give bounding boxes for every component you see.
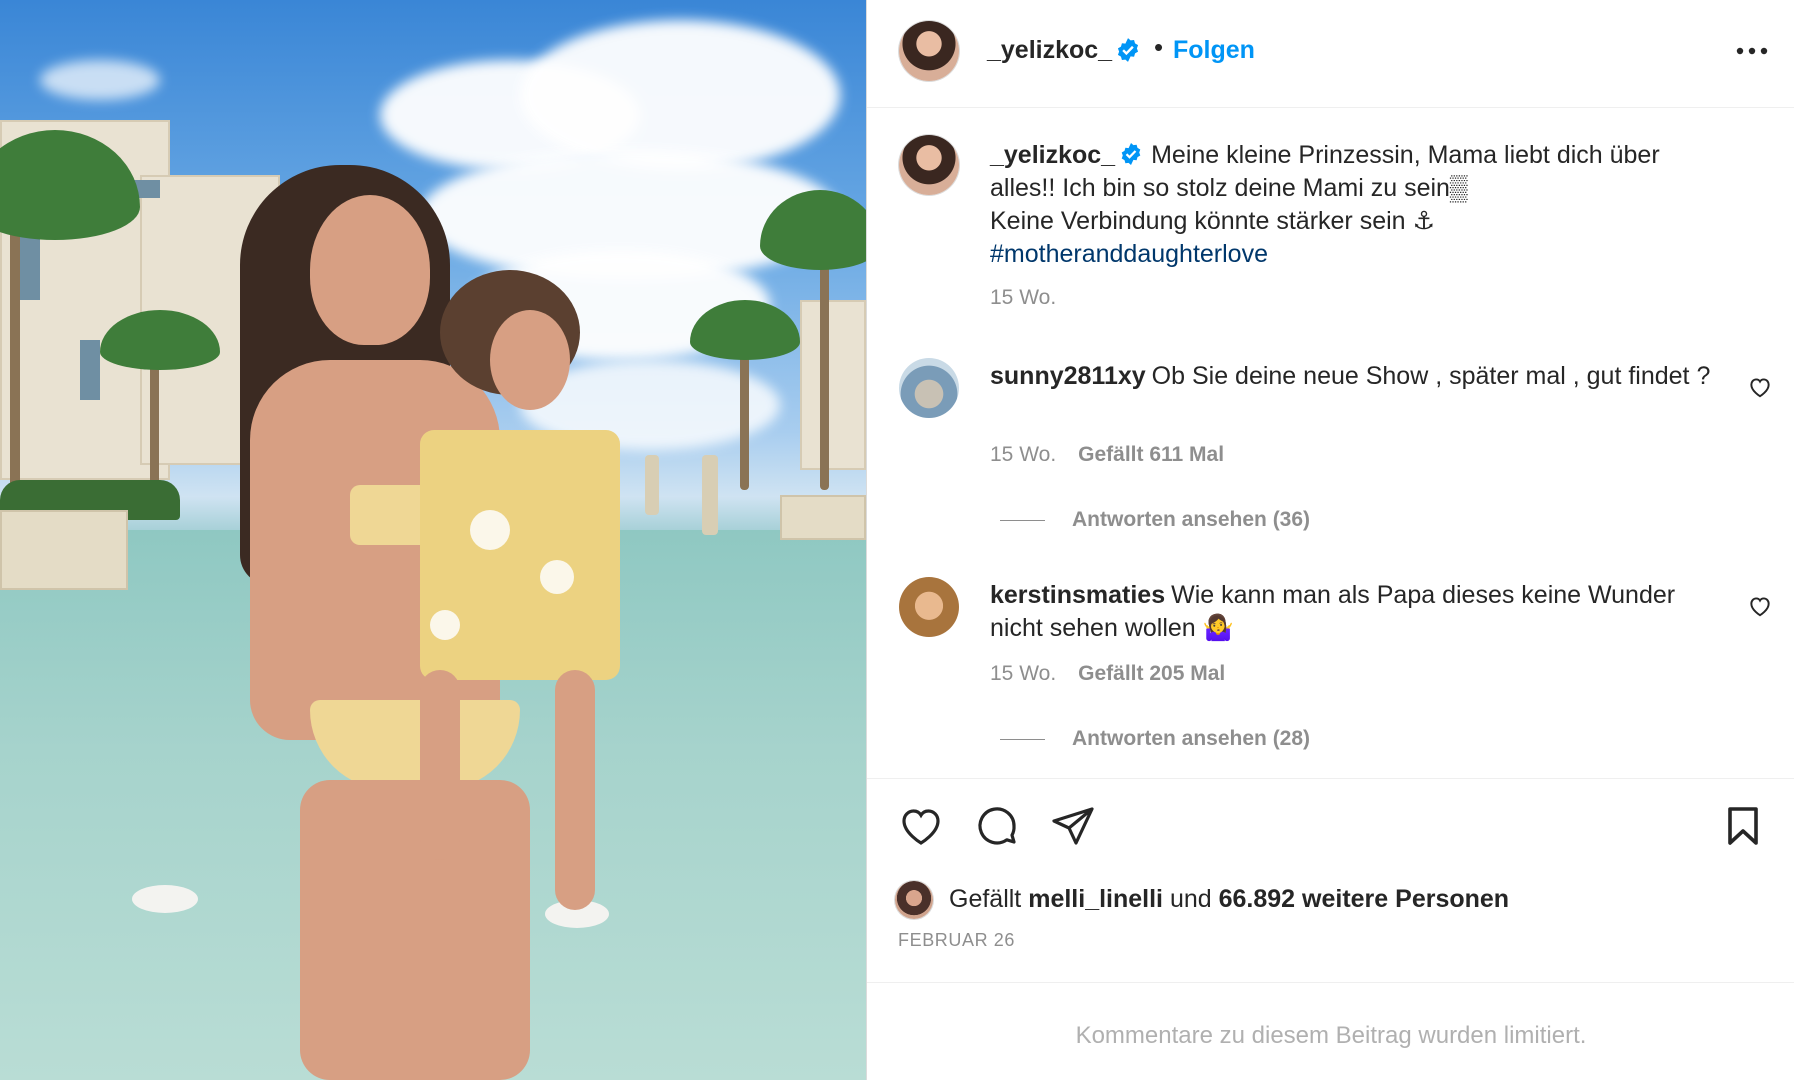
photo-post	[645, 455, 659, 515]
comment-like-heart-icon[interactable]	[1747, 593, 1773, 619]
photo-dress-flower	[470, 510, 510, 550]
caption-author-avatar[interactable]	[899, 135, 959, 195]
comment-likes[interactable]: Gefällt 205 Mal	[1078, 662, 1225, 685]
commenter-avatar[interactable]	[899, 358, 959, 418]
photo-pool-jet	[132, 885, 198, 913]
comments-limited-notice: Kommentare zu diesem Beitrag wurden limi…	[1075, 1022, 1587, 1049]
actions-divider	[867, 778, 1794, 779]
view-replies-label: Antworten ansehen (36)	[1072, 508, 1311, 531]
post-details-panel: _yelizkoc_ • Folgen _yelizkoc_ Meine klei…	[866, 0, 1794, 1080]
comment-bubble-icon[interactable]	[973, 802, 1021, 850]
verified-badge-icon	[1115, 37, 1141, 68]
photo-cloud	[520, 20, 840, 170]
caption-author-username[interactable]: _yelizkoc_	[990, 141, 1115, 169]
photo-child-leg	[555, 670, 595, 910]
more-options-icon[interactable]	[1727, 31, 1777, 71]
photo-window	[20, 230, 40, 300]
comment-time[interactable]: 15 Wo.	[990, 662, 1056, 685]
photo-planter	[0, 510, 128, 590]
liker-username[interactable]: melli_linelli	[1028, 885, 1163, 913]
caption-text: _yelizkoc_ Meine kleine Prinzessin, Mama …	[990, 139, 1730, 271]
replies-divider	[1000, 738, 1045, 740]
share-paper-plane-icon[interactable]	[1049, 802, 1097, 850]
comment-time[interactable]: 15 Wo.	[990, 443, 1056, 466]
photo-window	[80, 340, 100, 400]
liked-by-summary[interactable]: Gefällt melli_linelli und 66.892 weitere…	[895, 881, 1509, 919]
author-avatar[interactable]	[899, 21, 959, 81]
photo-palm-trunk	[10, 200, 20, 490]
author-username[interactable]: _yelizkoc_	[987, 36, 1112, 65]
photo-dress-flower	[430, 610, 460, 640]
photo-cloud	[40, 60, 160, 100]
comment-body: Ob Sie deine neue Show , später mal , gu…	[1151, 362, 1711, 390]
liker-avatar[interactable]	[895, 881, 933, 919]
comment-like-heart-icon[interactable]	[1747, 374, 1773, 400]
caption-hashtag-link[interactable]: #motheranddaughterlove	[990, 240, 1268, 268]
liked-by-connector: und	[1169, 885, 1212, 913]
comment-text: kerstinsmaties Wie kann man als Papa dies…	[990, 579, 1730, 645]
photo-woman-face	[310, 195, 430, 345]
caption-line-2: Keine Verbindung könnte stärker sein ⚓	[990, 207, 1435, 235]
photo-dress-flower	[540, 560, 574, 594]
photo-child-leg	[420, 670, 460, 860]
photo-planter	[780, 495, 866, 540]
post-header: _yelizkoc_ • Folgen	[867, 0, 1794, 108]
comment-meta: 15 Wo. Gefällt 205 Mal	[990, 662, 1225, 686]
commenter-username[interactable]: kerstinsmaties	[990, 581, 1165, 609]
comment-likes[interactable]: Gefällt 611 Mal	[1078, 443, 1224, 466]
replies-divider	[1000, 519, 1045, 521]
liked-by-prefix: Gefällt	[949, 885, 1022, 913]
comment-text: sunny2811xy Ob Sie deine neue Show , spät…	[990, 360, 1730, 393]
photo-building	[800, 300, 866, 470]
commenter-username[interactable]: sunny2811xy	[990, 362, 1146, 390]
view-replies-label: Antworten ansehen (28)	[1072, 727, 1311, 750]
likes-count[interactable]: 66.892 weitere Personen	[1219, 885, 1509, 913]
follow-button[interactable]: Folgen	[1173, 36, 1255, 65]
comment-meta: 15 Wo. Gefällt 611 Mal	[990, 443, 1224, 467]
save-bookmark-icon[interactable]	[1719, 802, 1767, 850]
photo-child-face	[490, 310, 570, 410]
caption-meta: 15 Wo.	[990, 286, 1056, 310]
like-heart-icon[interactable]	[897, 802, 945, 850]
view-replies-button[interactable]: Antworten ansehen (36)	[1000, 508, 1310, 532]
verified-badge-icon	[1121, 143, 1141, 166]
commenter-avatar[interactable]	[899, 577, 959, 637]
photo-post	[702, 455, 718, 535]
post-date[interactable]: FEBRUAR 26	[898, 930, 1015, 951]
photo-woman-legs	[300, 780, 530, 1080]
photo-child-dress	[420, 430, 620, 680]
post-photo[interactable]	[0, 0, 866, 1080]
view-replies-button[interactable]: Antworten ansehen (28)	[1000, 727, 1310, 751]
caption-time[interactable]: 15 Wo.	[990, 286, 1056, 309]
separator-dot: •	[1154, 32, 1164, 62]
